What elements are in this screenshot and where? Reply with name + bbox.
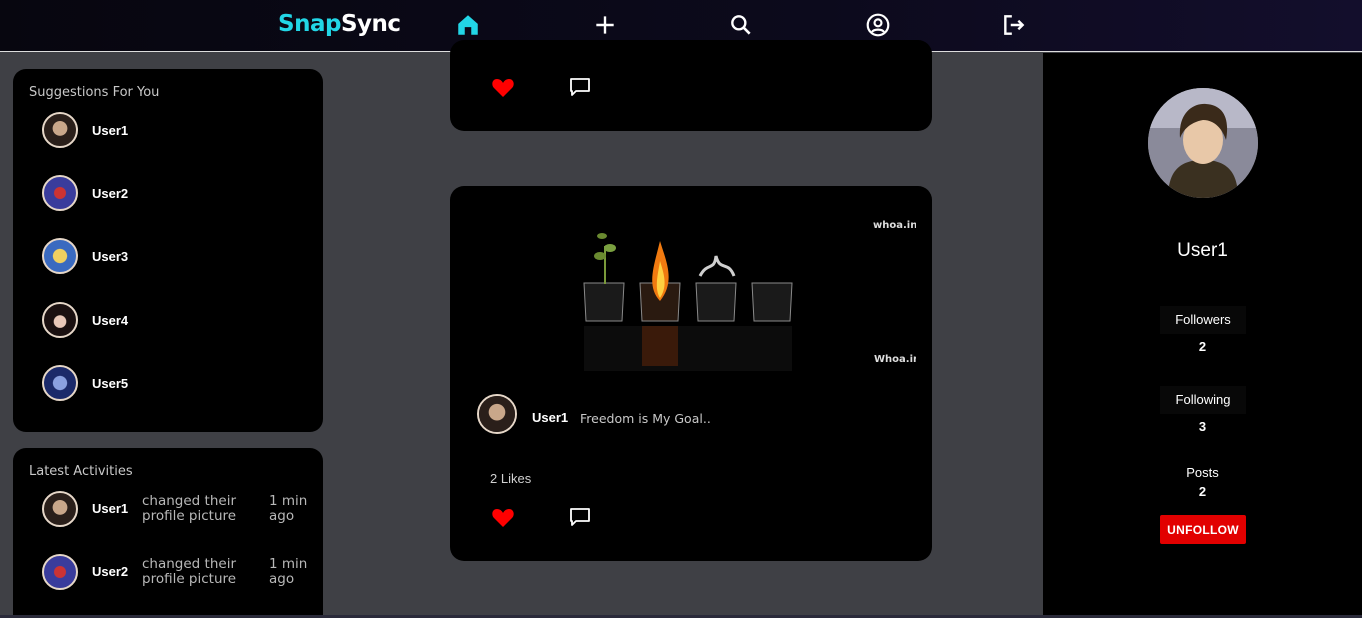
comment-icon[interactable] [568,75,592,99]
brand-sync: Sync [340,11,401,37]
unfollow-button[interactable]: UNFOLLOW [1160,515,1246,544]
suggestion-item[interactable]: User2 [42,175,302,213]
brand-logo[interactable]: SnapSync [278,11,401,37]
profile-icon[interactable] [865,12,891,38]
post-author-avatar[interactable] [477,394,517,434]
watermark-text: whoa.in [873,220,916,231]
avatar[interactable] [42,365,78,401]
post-card-previous [450,40,932,131]
activity-text: changed their profile picture [142,556,237,587]
search-icon[interactable] [728,12,754,38]
followers-count: 2 [1198,339,1207,354]
logout-icon[interactable] [1001,12,1027,38]
profile-panel: User1 Followers 2 Following 3 Posts 2 UN… [1043,53,1362,618]
post-caption: Freedom is My Goal.. [580,411,711,426]
activities-title: Latest Activities [29,464,133,479]
comment-icon[interactable] [568,505,592,529]
suggestion-name[interactable]: User1 [92,123,128,138]
activity-user[interactable]: User1 [92,501,128,516]
avatar[interactable] [42,491,78,527]
following-count: 3 [1198,419,1207,434]
activity-time: 1 min ago [269,493,308,524]
post-author-name[interactable]: User1 [532,410,568,425]
activities-panel: Latest Activities User1 changed their pr… [13,448,323,618]
suggestion-item[interactable]: User5 [42,365,302,403]
posts-label: Posts [1186,465,1219,480]
suggestion-name[interactable]: User2 [92,186,128,201]
activity-item: User1 changed their profile picture 1 mi… [42,491,322,531]
heart-icon[interactable] [491,76,515,98]
suggestion-name[interactable]: User3 [92,249,128,264]
heart-icon[interactable] [491,506,515,528]
brand-snap: Snap [278,11,341,37]
profile-avatar[interactable] [1148,88,1258,198]
post-card: whoa.in Whoa.in User1 Freedom is My Goal… [450,186,932,561]
home-icon[interactable] [455,12,481,38]
avatar[interactable] [42,302,78,338]
suggestion-name[interactable]: User4 [92,313,128,328]
post-image[interactable]: whoa.in Whoa.in [580,206,916,378]
likes-count: 2 Likes [490,471,532,486]
activity-text: changed their profile picture [142,493,237,524]
avatar[interactable] [42,238,78,274]
plus-icon[interactable] [592,12,618,38]
suggestions-panel: Suggestions For You User1 User2 User3 Us… [13,69,323,432]
watermark-text: Whoa.in [874,354,916,365]
following-label[interactable]: Following [1160,386,1246,414]
avatar[interactable] [42,175,78,211]
suggestions-title: Suggestions For You [29,85,160,100]
suggestion-item[interactable]: User3 [42,238,302,276]
activity-user[interactable]: User2 [92,564,128,579]
posts-count: 2 [1198,484,1207,499]
suggestion-item[interactable]: User4 [42,302,302,340]
avatar[interactable] [42,112,78,148]
avatar[interactable] [42,554,78,590]
activity-item: User2 changed their profile picture 1 mi… [42,554,322,594]
activity-time: 1 min ago [269,556,308,587]
suggestion-item[interactable]: User1 [42,112,302,150]
suggestion-name[interactable]: User5 [92,376,128,391]
profile-name: User1 [1177,240,1228,261]
followers-label[interactable]: Followers [1160,306,1246,334]
